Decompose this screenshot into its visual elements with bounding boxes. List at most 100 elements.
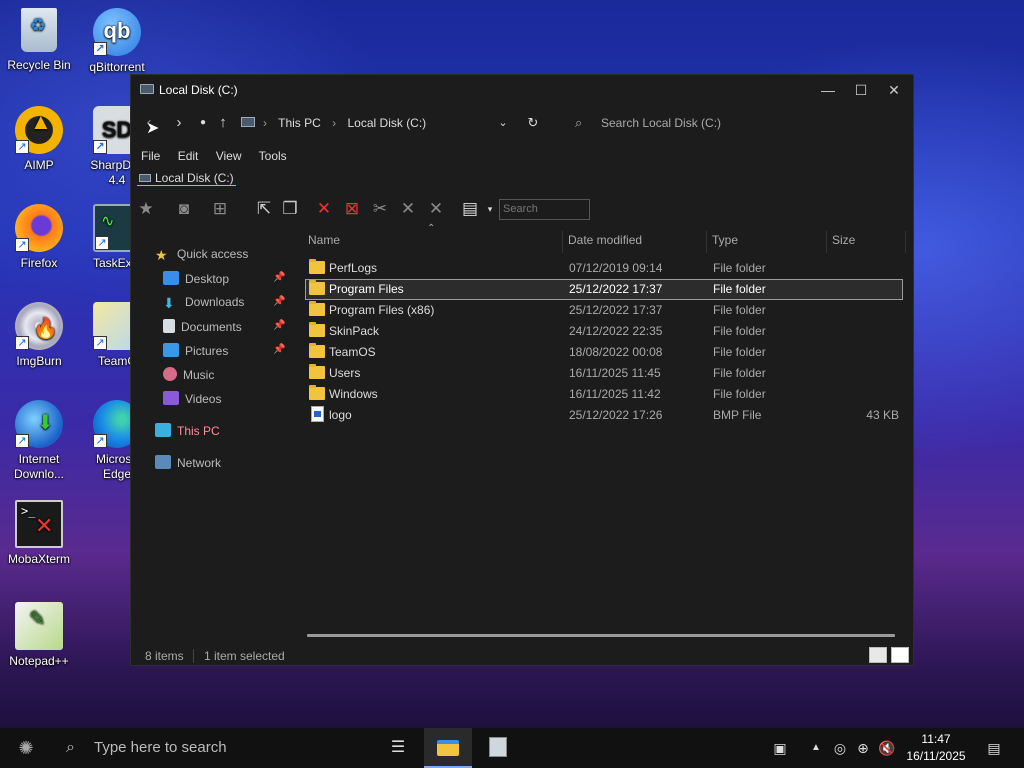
tray-overflow[interactable]: ▲ — [806, 728, 826, 768]
notepadpp-icon: ✎ — [15, 602, 63, 650]
close-button[interactable]: ✕ — [883, 79, 905, 101]
copy-to-icon[interactable]: ❐ — [279, 198, 301, 220]
menu-view[interactable]: View — [216, 149, 242, 163]
nav-network[interactable]: Network — [155, 455, 221, 475]
maximize-button[interactable]: ☐ — [850, 79, 872, 101]
nav-quick-access[interactable]: ★ Quick access — [155, 247, 248, 267]
desktop-icon-aimp[interactable]: ▲ ↗ AIMP — [0, 106, 78, 173]
task-view-icon: ☰ — [390, 739, 406, 756]
desktop-icon-internet-download-manager[interactable]: ⬇ ↗ Internet Downlo... — [0, 400, 78, 482]
horizontal-scrollbar[interactable] — [307, 634, 895, 637]
redo-icon[interactable]: ✕ — [425, 198, 447, 220]
nav-downloads[interactable]: ⬇ Downloads — [163, 295, 244, 315]
breadcrumb[interactable]: › This PC › Local Disk (C:) — [263, 116, 434, 130]
shortcut-arrow-icon: ↗ — [93, 434, 107, 448]
menu-tools[interactable]: Tools — [259, 149, 287, 163]
taskbar-file-explorer[interactable] — [424, 728, 472, 768]
recycle-bin-icon: ♻ — [21, 8, 57, 52]
desktop-icon-recycle-bin[interactable]: ♻ Recycle Bin — [0, 8, 78, 73]
desktop-icon-imgburn[interactable]: 🔥 ↗ ImgBurn — [0, 302, 78, 369]
pin-icon[interactable]: 📌 — [273, 320, 285, 331]
tray-keyboard[interactable]: ▣ — [764, 728, 796, 768]
camera-icon[interactable]: ◙ — [173, 198, 195, 220]
nav-pictures[interactable]: Pictures — [163, 343, 228, 363]
nav-videos[interactable]: Videos — [163, 391, 221, 411]
file-row[interactable]: SkinPack 24/12/2022 22:35 File folder — [305, 321, 903, 342]
taskbar-search-box[interactable]: ⌕ Type here to search — [60, 728, 360, 768]
cut-icon[interactable]: ✂ — [369, 198, 391, 220]
column-divider[interactable] — [826, 231, 827, 253]
pin-icon[interactable]: 📌 — [273, 272, 285, 283]
column-headers: Name ⌃ Date modified Type Size — [305, 223, 911, 253]
task-view-button[interactable]: ☰ — [374, 728, 422, 768]
refresh-icon[interactable]: ↻ — [523, 113, 543, 133]
file-row[interactable]: Program Files (x86) 25/12/2022 17:37 Fil… — [305, 300, 903, 321]
file-row[interactable]: logo 25/12/2022 17:26 BMP File 43 KB — [305, 405, 903, 426]
up-arrow-icon[interactable]: ↑ — [213, 113, 233, 133]
nav-this-pc[interactable]: This PC — [155, 423, 220, 443]
tab-local-disk[interactable]: Local Disk (C:) — [137, 171, 236, 186]
chevron-down-icon[interactable]: ▾ — [479, 198, 501, 220]
title-bar[interactable]: Local Disk (C:) — ☐ ✕ — [131, 75, 913, 105]
breadcrumb-local-disk[interactable]: Local Disk (C:) — [348, 116, 427, 130]
notifications-button[interactable]: ▤ — [980, 728, 1008, 768]
desktop-icon-firefox[interactable]: ↗ Firefox — [0, 204, 78, 271]
file-row[interactable]: TeamOS 18/08/2022 00:08 File folder — [305, 342, 903, 363]
view-options-icon[interactable]: ▤ — [459, 198, 481, 220]
column-divider[interactable] — [905, 231, 906, 253]
clock[interactable]: 11:47 16/11/2025 — [900, 731, 972, 765]
tab-label: Local Disk (C:) — [155, 171, 234, 185]
file-row[interactable]: PerfLogs 07/12/2019 09:14 File folder — [305, 258, 903, 279]
tray-network[interactable]: ⊕ — [852, 728, 874, 768]
folder-icon — [309, 322, 325, 337]
column-header-date[interactable]: Date modified — [565, 231, 642, 253]
nav-music[interactable]: Music — [163, 367, 214, 387]
tray-device[interactable]: ◎ — [830, 728, 850, 768]
desktop-icon-notepadpp[interactable]: ✎ Notepad++ — [0, 602, 78, 669]
start-button[interactable]: ✺ — [0, 728, 52, 768]
undo-icon[interactable]: ✕ — [397, 198, 419, 220]
tab-bar: Local Disk (C:) — [137, 171, 236, 189]
search-field[interactable]: ⌕ Search Local Disk (C:) — [571, 115, 821, 133]
column-divider[interactable] — [706, 231, 707, 253]
file-type: File folder — [713, 303, 766, 317]
move-to-icon[interactable]: ⇱ — [253, 198, 275, 220]
menu-file[interactable]: File — [141, 149, 160, 163]
nav-documents[interactable]: Documents — [163, 319, 242, 339]
minimize-button[interactable]: — — [817, 79, 839, 101]
column-header-size[interactable]: Size — [829, 231, 855, 253]
file-row[interactable]: Users 16/11/2025 11:45 File folder — [305, 363, 903, 384]
desktop-icon-qbittorrent[interactable]: qb ↗ qBittorrent — [78, 8, 156, 75]
favorites-star-icon[interactable]: ★ — [135, 198, 157, 220]
sharpdevelop-glyph: SD — [101, 117, 133, 142]
taskbar-pinned-app[interactable] — [474, 728, 522, 768]
toolbar-search-input[interactable]: Search — [499, 199, 590, 220]
address-bar: ‹ › ● ↑ › This PC › Local Disk (C:) ⌄ ↻ … — [131, 109, 913, 137]
file-row[interactable]: Windows 16/11/2025 11:42 File folder — [305, 384, 903, 405]
menu-edit[interactable]: Edit — [178, 149, 199, 163]
nav-desktop[interactable]: Desktop — [163, 271, 229, 291]
shortcut-arrow-icon: ↗ — [95, 236, 109, 250]
large-icons-view-icon[interactable] — [891, 647, 909, 663]
file-row-selected[interactable]: Program Files 25/12/2022 17:37 File fold… — [305, 279, 903, 300]
details-view-icon[interactable] — [869, 647, 887, 663]
column-header-name[interactable]: Name — [305, 231, 340, 253]
pin-icon[interactable]: 📌 — [273, 296, 285, 307]
desktop-icon-label-line2: Downlo... — [13, 467, 65, 481]
delete-permanently-icon[interactable]: ⊠ — [341, 198, 363, 220]
column-header-type[interactable]: Type — [709, 231, 738, 253]
desktop-icon-mobaxterm[interactable]: >_ ✕ MobaXterm — [0, 500, 78, 567]
nav-label: Music — [183, 368, 215, 382]
chevron-down-icon[interactable]: ⌄ — [493, 113, 513, 133]
tray-volume[interactable]: 🔇 — [876, 728, 898, 768]
forward-arrow-icon[interactable]: › — [169, 113, 189, 133]
file-manager-icon — [489, 737, 507, 757]
windows-logo-icon[interactable]: ⊞ — [209, 198, 231, 220]
column-divider[interactable] — [562, 231, 563, 253]
breadcrumb-this-pc[interactable]: This PC — [278, 116, 321, 130]
breadcrumb-separator: › — [332, 116, 337, 130]
clock-date: 16/11/2025 — [906, 749, 966, 763]
pin-icon[interactable]: 📌 — [273, 344, 285, 355]
delete-icon[interactable]: ✕ — [313, 198, 335, 220]
recent-dot-icon[interactable]: ● — [193, 113, 213, 133]
